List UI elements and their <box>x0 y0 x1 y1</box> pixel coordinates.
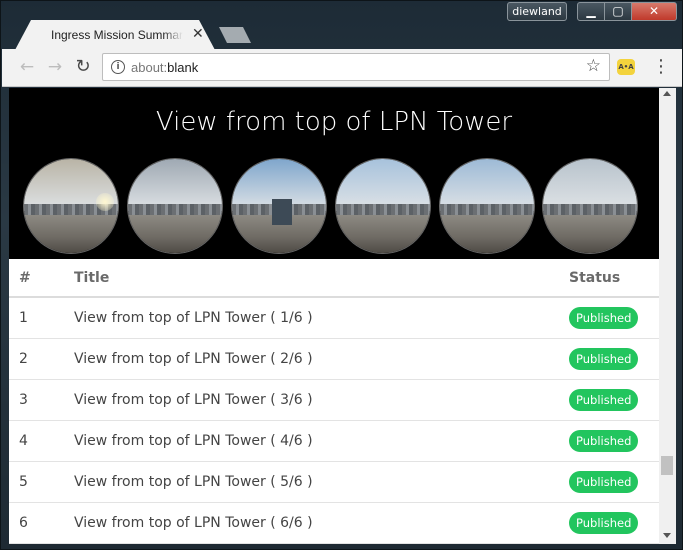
tab-close-icon[interactable]: ✕ <box>192 26 204 42</box>
photo-sky <box>336 159 430 211</box>
row-status-cell: Published <box>569 461 659 503</box>
photo-rooftop <box>24 215 118 253</box>
row-number: 3 <box>9 379 74 421</box>
row-title[interactable]: View from top of LPN Tower ( 5/6 ) <box>74 461 569 503</box>
photo-1[interactable] <box>23 158 119 254</box>
row-status-cell: Published <box>569 502 659 544</box>
reload-icon[interactable]: ↻ <box>72 56 94 78</box>
table-row[interactable]: 2 View from top of LPN Tower ( 2/6 ) Publi… <box>9 338 659 380</box>
scroll-up-icon[interactable] <box>663 91 671 96</box>
header-status: Status <box>569 259 659 298</box>
status-badge: Published <box>569 347 639 370</box>
row-status-cell: Published <box>569 297 659 339</box>
close-window-button[interactable]: ✕ <box>631 2 677 21</box>
maximize-button[interactable]: ▢ <box>604 2 632 21</box>
url-path: blank <box>167 60 199 75</box>
url-scheme: about: <box>131 60 168 75</box>
photo-rooftop <box>543 215 637 253</box>
photo-3[interactable] <box>231 158 327 254</box>
page-viewport: View from top of LPN Tower # Title Statu… <box>9 88 659 544</box>
photo-6[interactable] <box>542 158 638 254</box>
photo-2[interactable] <box>127 158 223 254</box>
info-icon[interactable]: i <box>111 60 125 74</box>
minimize-button[interactable]: ▁ <box>577 2 605 21</box>
header-num: # <box>9 259 74 298</box>
row-number: 2 <box>9 338 74 380</box>
row-status-cell: Published <box>569 420 659 462</box>
table-row[interactable]: 3 View from top of LPN Tower ( 3/6 ) Publi… <box>9 379 659 421</box>
table-row[interactable]: 5 View from top of LPN Tower ( 5/6 ) Publi… <box>9 461 659 503</box>
vertical-scrollbar[interactable] <box>659 88 676 544</box>
row-title[interactable]: View from top of LPN Tower ( 1/6 ) <box>74 297 569 339</box>
photo-sky <box>440 159 534 211</box>
table-row[interactable]: 6 View from top of LPN Tower ( 6/6 ) Publi… <box>9 502 659 544</box>
photo-sky <box>128 159 222 211</box>
mission-table: # Title Status 1 View from top of LPN Tow… <box>9 259 659 544</box>
header-title: Title <box>74 259 569 298</box>
row-status-cell: Published <box>569 338 659 380</box>
bookmark-star-icon[interactable]: ☆ <box>586 56 601 76</box>
mission-title: View from top of LPN Tower <box>155 107 513 137</box>
scroll-down-icon[interactable] <box>663 533 671 538</box>
table-row[interactable]: 4 View from top of LPN Tower ( 4/6 ) Publi… <box>9 420 659 462</box>
status-badge: Published <box>569 306 639 329</box>
scroll-thumb[interactable] <box>661 456 673 475</box>
row-status-cell: Published <box>569 379 659 421</box>
photo-rooftop <box>440 215 534 253</box>
new-tab-button[interactable] <box>219 27 251 43</box>
status-badge: Published <box>569 511 639 534</box>
photo-4[interactable] <box>335 158 431 254</box>
status-badge: Published <box>569 388 639 411</box>
toolbar: ← → ↻ i about:blank ☆ A•A ⋮ <box>2 49 682 87</box>
tab-title: Ingress Mission Summary <box>51 28 183 42</box>
menu-kebab-icon[interactable]: ⋮ <box>652 56 670 78</box>
table-row[interactable]: 1 View from top of LPN Tower ( 1/6 ) Publi… <box>9 297 659 339</box>
row-title[interactable]: View from top of LPN Tower ( 6/6 ) <box>74 502 569 544</box>
photo-5[interactable] <box>439 158 535 254</box>
mission-header: View from top of LPN Tower <box>9 88 659 259</box>
table-header-row: # Title Status <box>9 259 659 298</box>
back-arrow-icon[interactable]: ← <box>16 56 38 78</box>
browser-window: diewland ▁ ▢ ✕ Ingress Mission Summary ✕… <box>0 0 683 550</box>
photo-sun <box>96 193 114 211</box>
photo-rooftop <box>128 215 222 253</box>
photo-sky <box>543 159 637 211</box>
row-title[interactable]: View from top of LPN Tower ( 2/6 ) <box>74 338 569 380</box>
status-badge: Published <box>569 429 639 452</box>
row-number: 5 <box>9 461 74 503</box>
url-text[interactable]: about:blank <box>131 60 198 75</box>
row-number: 6 <box>9 502 74 544</box>
row-title[interactable]: View from top of LPN Tower ( 4/6 ) <box>74 420 569 462</box>
profile-button[interactable]: diewland <box>507 2 567 21</box>
photo-building <box>272 199 292 225</box>
row-title[interactable]: View from top of LPN Tower ( 3/6 ) <box>74 379 569 421</box>
forward-arrow-icon[interactable]: → <box>44 56 66 78</box>
address-bar[interactable]: i about:blank ☆ <box>102 53 610 81</box>
row-number: 4 <box>9 420 74 462</box>
status-badge: Published <box>569 470 639 493</box>
row-number: 1 <box>9 297 74 339</box>
photo-rooftop <box>336 215 430 253</box>
extension-icon[interactable]: A•A <box>617 59 635 75</box>
